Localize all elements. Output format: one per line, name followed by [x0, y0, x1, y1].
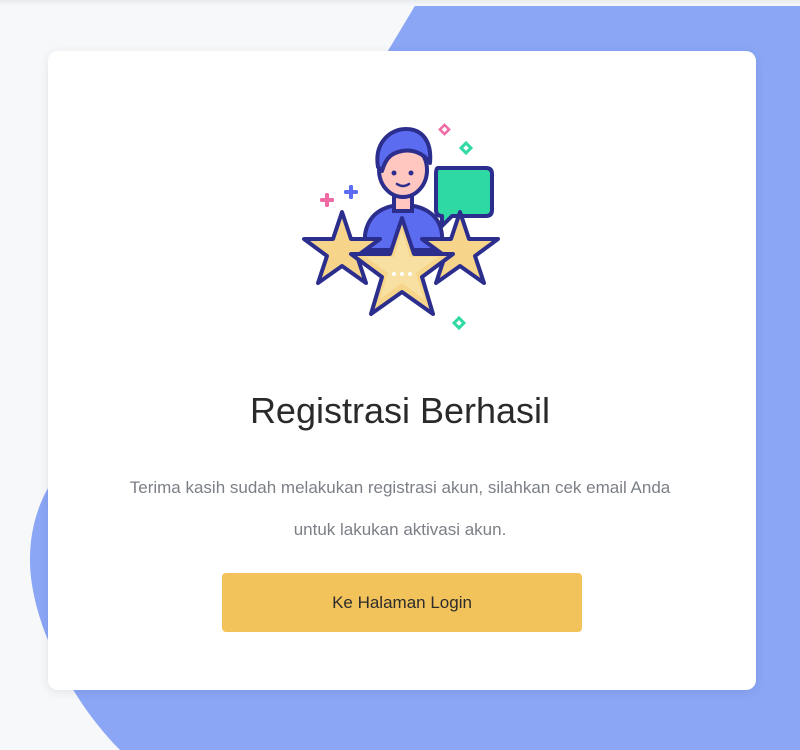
page-title: Registrasi Berhasil — [249, 390, 551, 431]
login-page-button[interactable]: Ke Halaman Login — [222, 573, 582, 632]
sparkle-green-diamond — [458, 140, 474, 156]
speech-bubble-icon — [434, 166, 494, 228]
success-message: Terima kasih sudah melakukan registrasi … — [129, 478, 671, 539]
top-strip — [0, 0, 800, 6]
sparkle-blue-plus — [344, 185, 358, 199]
sparkle-pink-plus — [320, 193, 334, 207]
sparkle-green-diamond-bottom — [451, 315, 467, 331]
sparkle-pink-diamond — [438, 123, 451, 136]
rating-stars-person-icon — [302, 123, 500, 331]
